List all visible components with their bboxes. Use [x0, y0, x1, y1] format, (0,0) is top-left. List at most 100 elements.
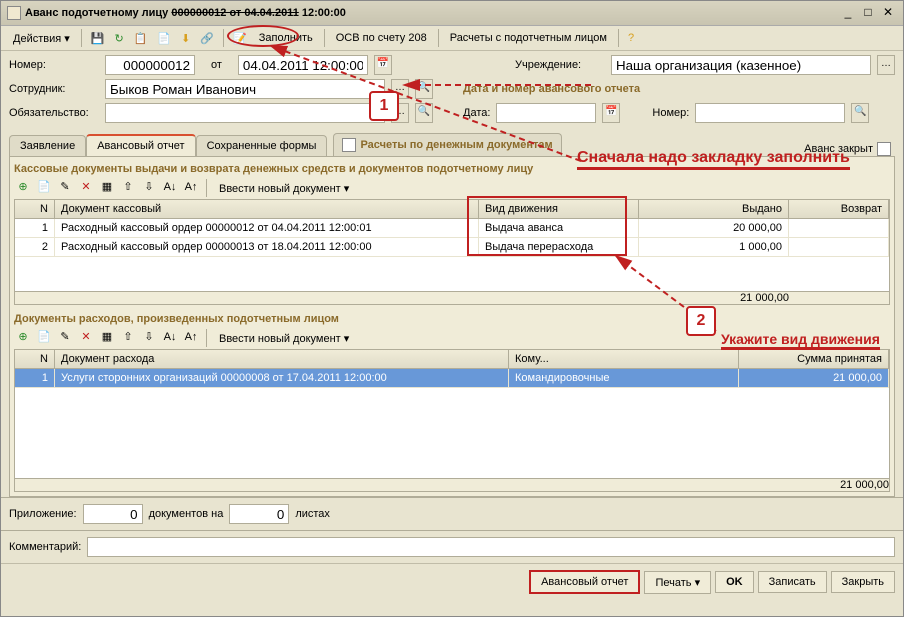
save-icon[interactable]: 💾 — [87, 30, 109, 47]
sort-desc-icon[interactable]: A↑ — [182, 329, 200, 347]
oblig-search-icon[interactable]: 🔍 — [415, 103, 433, 123]
tree-icon[interactable]: ⬇ — [177, 30, 194, 47]
col-sum[interactable]: Сумма принятая — [739, 350, 889, 368]
actions-menu[interactable]: Действия ▾ — [7, 30, 76, 47]
col-n[interactable]: N — [15, 200, 55, 218]
number2-field[interactable] — [695, 103, 845, 123]
advance-closed-label: Аванс закрыт — [804, 143, 873, 155]
close-button[interactable]: ✕ — [879, 5, 897, 21]
date2-field[interactable] — [496, 103, 596, 123]
docs-on-label: документов на — [149, 508, 224, 520]
grid-icon[interactable]: ▦ — [98, 329, 116, 347]
table-row[interactable]: 2 Расходный кассовый ордер 00000013 от 1… — [15, 238, 889, 257]
new-doc-button[interactable]: Ввести новый документ ▾ — [213, 180, 355, 197]
doc-icon[interactable]: 📄 — [153, 30, 175, 47]
org-label: Учреждение: — [515, 59, 605, 71]
sort-asc-icon[interactable]: A↓ — [161, 329, 179, 347]
org-field[interactable] — [611, 55, 871, 75]
note-icon[interactable]: 📝 — [229, 30, 251, 47]
col-n2[interactable]: N — [15, 350, 55, 368]
up-icon[interactable]: ⇧ — [119, 179, 137, 197]
comment-label: Комментарий: — [9, 541, 81, 553]
sheets-count[interactable] — [229, 504, 289, 524]
number2-label: Номер: — [652, 107, 689, 119]
minimize-button[interactable]: _ — [839, 5, 857, 21]
fill-button[interactable]: Заполнить — [253, 30, 319, 46]
new-doc-button-2[interactable]: Ввести новый документ ▾ — [213, 330, 355, 347]
titlebar: Аванс подотчетному лицу 000000012 от 04.… — [1, 1, 903, 26]
link-icon[interactable]: 🔗 — [196, 30, 218, 47]
total-issued: 21 000,00 — [639, 292, 789, 304]
anno-num-2: 2 — [686, 306, 716, 336]
oblig-field[interactable] — [105, 103, 385, 123]
edit-icon[interactable]: ✎ — [56, 329, 74, 347]
from-label: от — [211, 59, 222, 71]
maximize-button[interactable]: □ — [859, 5, 877, 21]
up-icon[interactable]: ⇧ — [119, 329, 137, 347]
add-icon[interactable]: ⊕ — [14, 329, 32, 347]
sheets-label: листах — [295, 508, 330, 520]
copy-icon[interactable]: 📋 — [130, 30, 152, 47]
col-vyd[interactable]: Выдано — [639, 200, 789, 218]
tab-advance-report[interactable]: Авансовый отчет — [86, 134, 195, 156]
attachment-label: Приложение: — [9, 508, 77, 520]
help-icon[interactable]: ? — [624, 30, 638, 46]
date2-label: Дата: — [463, 107, 490, 119]
employee-field[interactable] — [105, 79, 385, 99]
col-doc[interactable]: Документ кассовый — [55, 200, 479, 218]
table-row[interactable]: 1 Услуги сторонних организаций 00000008 … — [15, 369, 889, 388]
report-section-title: Дата и номер авансового отчета — [463, 83, 640, 95]
money-docs-checkbox[interactable] — [342, 138, 356, 152]
advance-report-button[interactable]: Авансовый отчет — [529, 570, 640, 594]
number-label: Номер: — [9, 59, 99, 71]
calendar-icon[interactable]: 📅 — [374, 55, 392, 75]
comment-field[interactable] — [87, 537, 895, 557]
title-prefix: Аванс подотчетному лицу — [25, 7, 171, 19]
total-sum: 21 000,00 — [739, 479, 889, 491]
tab-saved-forms[interactable]: Сохраненные формы — [196, 135, 328, 156]
title-num: 000000012 от 04.04.2011 — [171, 7, 298, 19]
col-vid[interactable]: Вид движения — [479, 200, 639, 218]
close-form-button[interactable]: Закрыть — [831, 571, 895, 593]
delete-icon[interactable]: ✕ — [77, 329, 95, 347]
expense-docs-title: Документы расходов, произведенных подотч… — [14, 311, 890, 327]
ok-button[interactable]: OK — [715, 571, 754, 593]
down-icon[interactable]: ⇩ — [140, 179, 158, 197]
table-row[interactable]: 1 Расходный кассовый ордер 00000012 от 0… — [15, 219, 889, 238]
add2-icon[interactable]: 📄 — [35, 179, 53, 197]
attachment-count[interactable] — [83, 504, 143, 524]
down-icon[interactable]: ⇩ — [140, 329, 158, 347]
sort-asc-icon[interactable]: A↓ — [161, 179, 179, 197]
col-voz[interactable]: Возврат — [789, 200, 889, 218]
osv-button[interactable]: ОСВ по счету 208 — [330, 30, 433, 46]
title-time: 12:00:00 — [299, 7, 346, 19]
print-button[interactable]: Печать ▾ — [644, 571, 711, 594]
calc-button[interactable]: Расчеты с подотчетным лицом — [444, 30, 613, 46]
expense-docs-grid: N Документ расхода Кому... Сумма принята… — [14, 349, 890, 492]
number2-search[interactable]: 🔍 — [851, 103, 869, 123]
grid-icon[interactable]: ▦ — [98, 179, 116, 197]
add-icon[interactable]: ⊕ — [14, 179, 32, 197]
col-doc2[interactable]: Документ расхода — [55, 350, 509, 368]
edit-icon[interactable]: ✎ — [56, 179, 74, 197]
tab-application[interactable]: Заявление — [9, 135, 86, 156]
org-select[interactable]: … — [877, 55, 895, 75]
sort-desc-icon[interactable]: A↑ — [182, 179, 200, 197]
save-button[interactable]: Записать — [758, 571, 827, 593]
employee-search-icon[interactable]: 🔍 — [415, 79, 433, 99]
cash-docs-grid: N Документ кассовый Вид движения Выдано … — [14, 199, 890, 305]
delete-icon[interactable]: ✕ — [77, 179, 95, 197]
date-field[interactable] — [238, 55, 368, 75]
employee-label: Сотрудник: — [9, 83, 99, 95]
advance-closed-checkbox[interactable] — [877, 142, 891, 156]
calendar2-icon[interactable]: 📅 — [602, 103, 620, 123]
cash-docs-title: Кассовые документы выдачи и возврата ден… — [14, 161, 890, 177]
main-toolbar: Действия ▾ 💾 ↻ 📋 📄 ⬇ 🔗 📝 Заполнить ОСВ п… — [1, 26, 903, 51]
col-kom[interactable]: Кому... — [509, 350, 739, 368]
refresh-icon[interactable]: ↻ — [110, 30, 127, 47]
document-icon — [7, 6, 21, 20]
tab-money-docs[interactable]: Расчеты по денежным документам — [333, 133, 561, 156]
anno-num-1: 1 — [369, 91, 399, 121]
add2-icon[interactable]: 📄 — [35, 329, 53, 347]
number-field[interactable] — [105, 55, 195, 75]
